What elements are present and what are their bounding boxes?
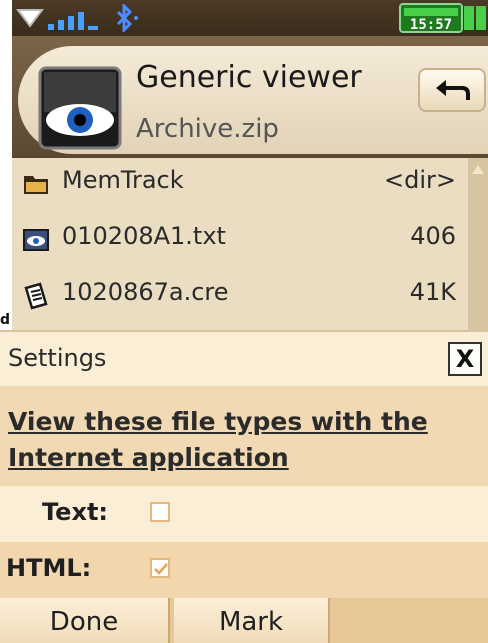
dialog-link-area: View these file types with the Internet … [0,386,488,486]
image-file-icon [23,229,49,251]
bluetooth-icon [116,4,138,32]
list-item[interactable]: MemTrack <dir> [12,158,462,214]
signal-icon [16,9,98,30]
dialog-title: Settings [8,344,107,372]
settings-dialog-header: Settings X [0,330,488,388]
text-checkbox[interactable] [150,502,170,522]
file-list: MemTrack <dir> 010208A1.txt 406 1020867a… [12,158,488,330]
done-button[interactable]: Done [0,598,170,643]
back-button[interactable] [418,68,486,112]
option-text-row[interactable]: Text: [0,486,488,542]
back-arrow-icon [436,80,470,100]
option-label: HTML: [6,554,92,582]
file-name: 1020867a.cre [62,278,229,306]
scroll-up-icon[interactable] [470,162,486,176]
battery-icon: 15:57 [399,3,486,33]
archive-name: Archive.zip [136,114,279,144]
list-item[interactable]: 1020867a.cre 41K [12,270,462,326]
header-pill: Generic viewer Archive.zip [18,46,488,154]
html-checkbox[interactable] [150,558,170,578]
folder-icon [24,176,48,194]
list-item[interactable]: 010208A1.txt 406 [12,214,462,270]
internet-app-link[interactable]: View these file types with the Internet … [8,404,478,476]
file-name: 010208A1.txt [62,222,226,250]
list-scrollbar[interactable] [468,158,488,330]
mark-button[interactable]: Mark [174,598,330,643]
checkmark-icon [154,563,168,575]
file-size: <dir> [384,166,456,194]
edge-fragment: d [0,312,11,328]
phone-screen: 15:57 Generic viewer Archive.zip MemTrac… [0,0,488,643]
file-size: 406 [410,222,456,250]
file-name: MemTrack [62,166,184,194]
option-html-row[interactable]: HTML: [0,542,488,598]
status-time: 15:57 [410,17,452,33]
file-size: 41K [409,278,456,306]
softkey-bar: Done Mark [0,598,488,643]
option-label: Text: [42,498,109,526]
app-title: Generic viewer [136,60,362,95]
close-button[interactable]: X [448,342,482,376]
status-bar: 15:57 [12,0,488,36]
script-file-icon [24,282,48,310]
app-header: Generic viewer Archive.zip [12,36,488,158]
eye-icon [38,66,122,150]
